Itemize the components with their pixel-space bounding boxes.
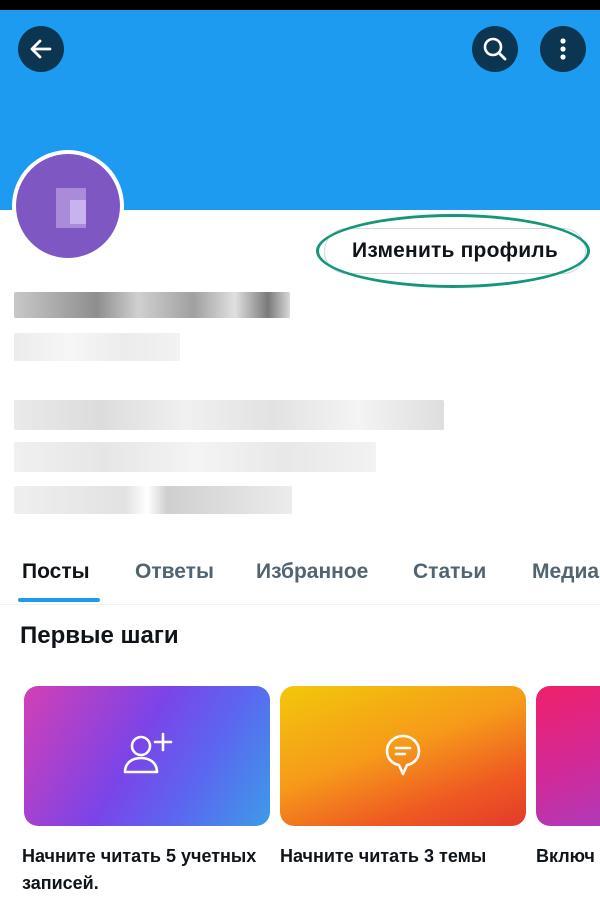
search-icon [483,37,507,61]
tab-posts[interactable]: Посты [22,560,90,584]
card-follow-topics[interactable] [280,686,526,826]
more-options-button[interactable] [540,26,586,72]
tab-articles[interactable]: Статьи [413,560,486,584]
search-button[interactable] [472,26,518,72]
avatar[interactable] [12,150,124,262]
card-follow-topics-caption: Начните читать 3 темы [280,846,487,866]
username-redacted [14,333,180,361]
card-follow-accounts[interactable] [24,686,270,826]
profile-tabs: Посты Ответы Избранное Статьи Медиа [0,548,600,605]
more-vertical-icon [560,38,566,60]
add-user-icon [123,732,173,774]
tab-likes[interactable]: Избранное [256,560,368,584]
avatar-image [16,154,120,258]
first-steps-title: Первые шаги [20,622,179,649]
card-follow-accounts-caption: Начните читать 5 учетных записей. [22,846,257,893]
bio-line-1-redacted [14,400,444,430]
bio-line-2-redacted [14,442,376,472]
card-third-caption: Включ [536,846,595,866]
status-bar [0,0,600,10]
display-name-redacted [14,292,290,318]
back-button[interactable] [18,26,64,72]
active-tab-indicator [18,598,100,602]
topic-bubble-icon [385,734,421,776]
arrow-left-icon [30,39,52,59]
tab-media[interactable]: Медиа [532,560,599,584]
profile-meta-redacted [14,486,292,514]
tab-replies[interactable]: Ответы [135,560,214,584]
card-third-partial[interactable] [536,686,600,826]
edit-profile-highlight-ring [316,214,590,288]
